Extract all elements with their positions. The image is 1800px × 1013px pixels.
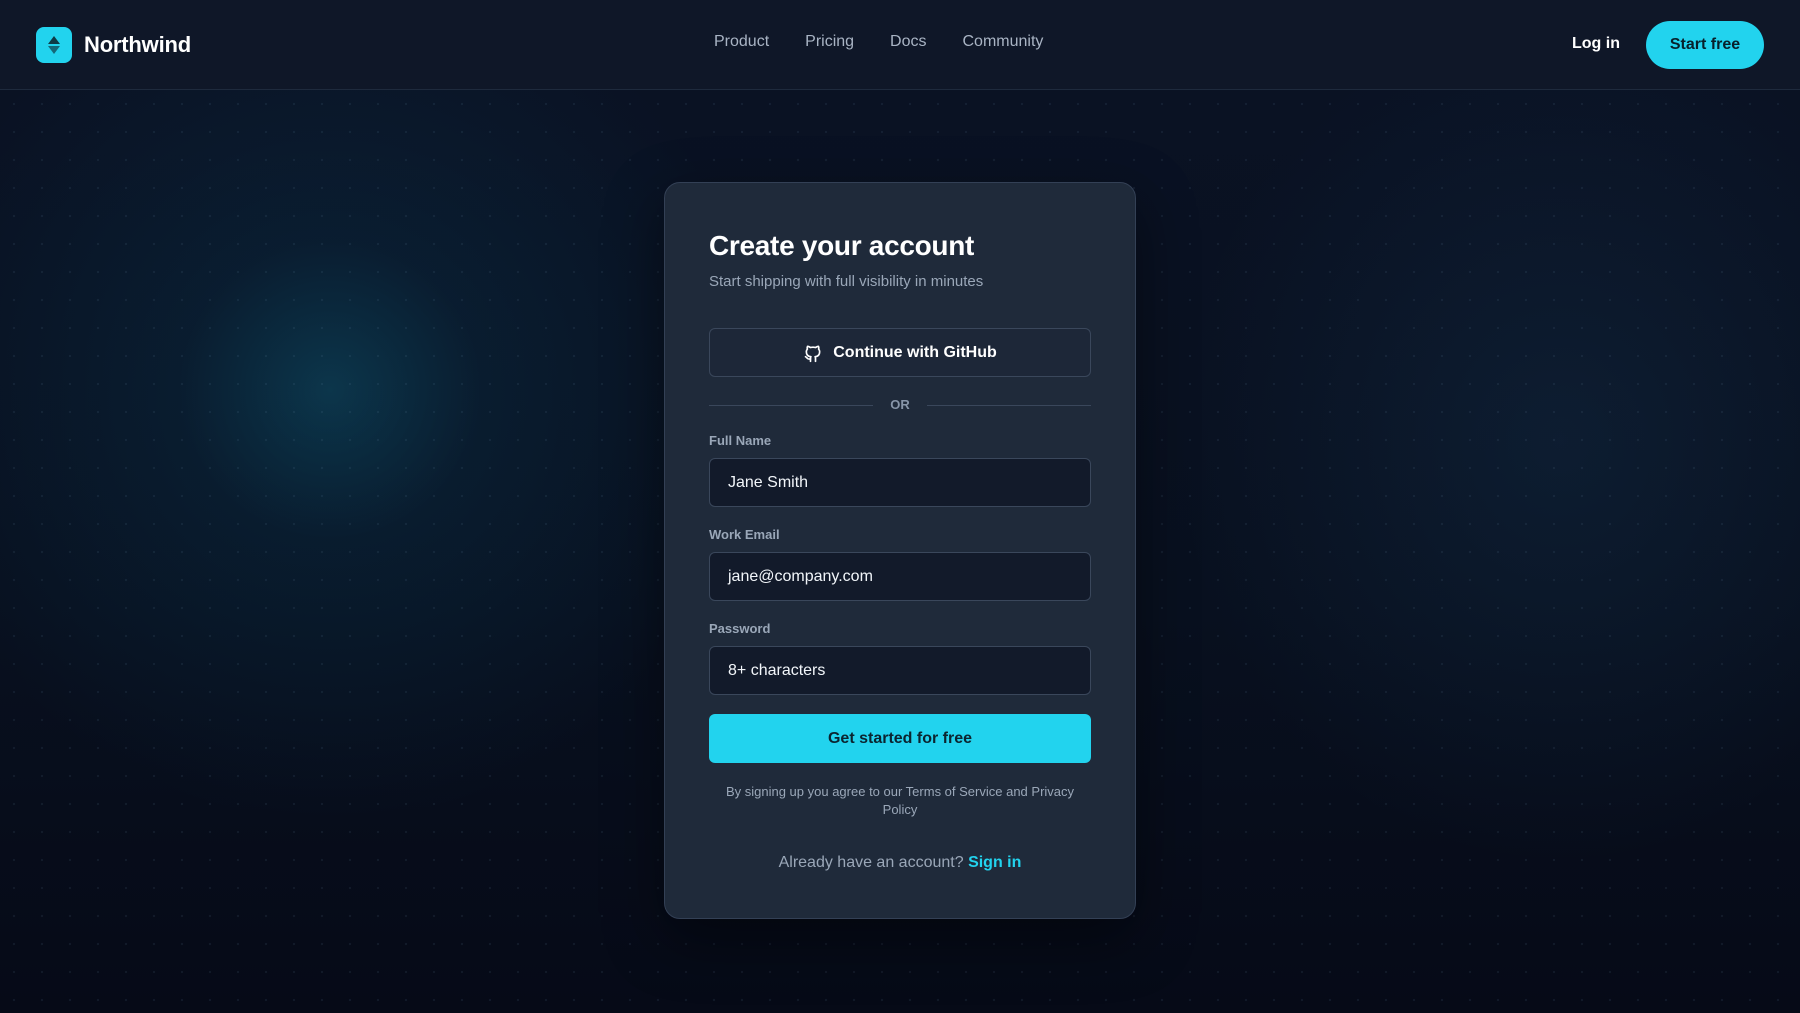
continue-with-github-button[interactable]: Continue with GitHub <box>709 328 1091 377</box>
divider-line-right <box>927 405 1091 406</box>
brand-name: Northwind <box>84 32 191 57</box>
nav-link-product[interactable]: Product <box>714 33 769 51</box>
password-label: Password <box>709 621 771 636</box>
northwind-logo-icon <box>36 27 72 63</box>
or-divider: OR <box>709 396 1091 416</box>
github-button-label: Continue with GitHub <box>833 343 997 361</box>
work-email-label: Work Email <box>709 527 780 542</box>
start-free-button[interactable]: Start free <box>1646 21 1764 69</box>
top-navbar: Northwind Product Pricing Docs Community… <box>0 0 1800 90</box>
form-title: Create your account <box>709 230 975 261</box>
signup-card: Create your account Start shipping with … <box>664 182 1136 919</box>
sign-in-link[interactable]: Sign in <box>968 854 1021 871</box>
brand[interactable]: Northwind <box>36 27 191 63</box>
nav-link-pricing[interactable]: Pricing <box>805 33 854 51</box>
get-started-button[interactable]: Get started for free <box>709 714 1091 763</box>
work-email-field[interactable]: jane@company.com <box>709 552 1091 601</box>
nav-links: Product Pricing Docs Community <box>714 33 1079 51</box>
full-name-label: Full Name <box>709 433 772 448</box>
github-icon <box>803 343 823 363</box>
sign-in-prompt: Already have an account? Sign in <box>709 854 1091 872</box>
nav-link-docs[interactable]: Docs <box>890 33 926 51</box>
terms-text: By signing up you agree to our Terms of … <box>725 784 1075 817</box>
nav-link-community[interactable]: Community <box>963 33 1044 51</box>
form-subtitle: Start shipping with full visibility in m… <box>709 273 984 290</box>
log-in-link[interactable]: Log in <box>1572 35 1620 53</box>
password-field[interactable]: 8+ characters <box>709 646 1091 695</box>
sign-in-prompt-text: Already have an account? <box>778 854 964 871</box>
full-name-field[interactable]: Jane Smith <box>709 458 1091 507</box>
